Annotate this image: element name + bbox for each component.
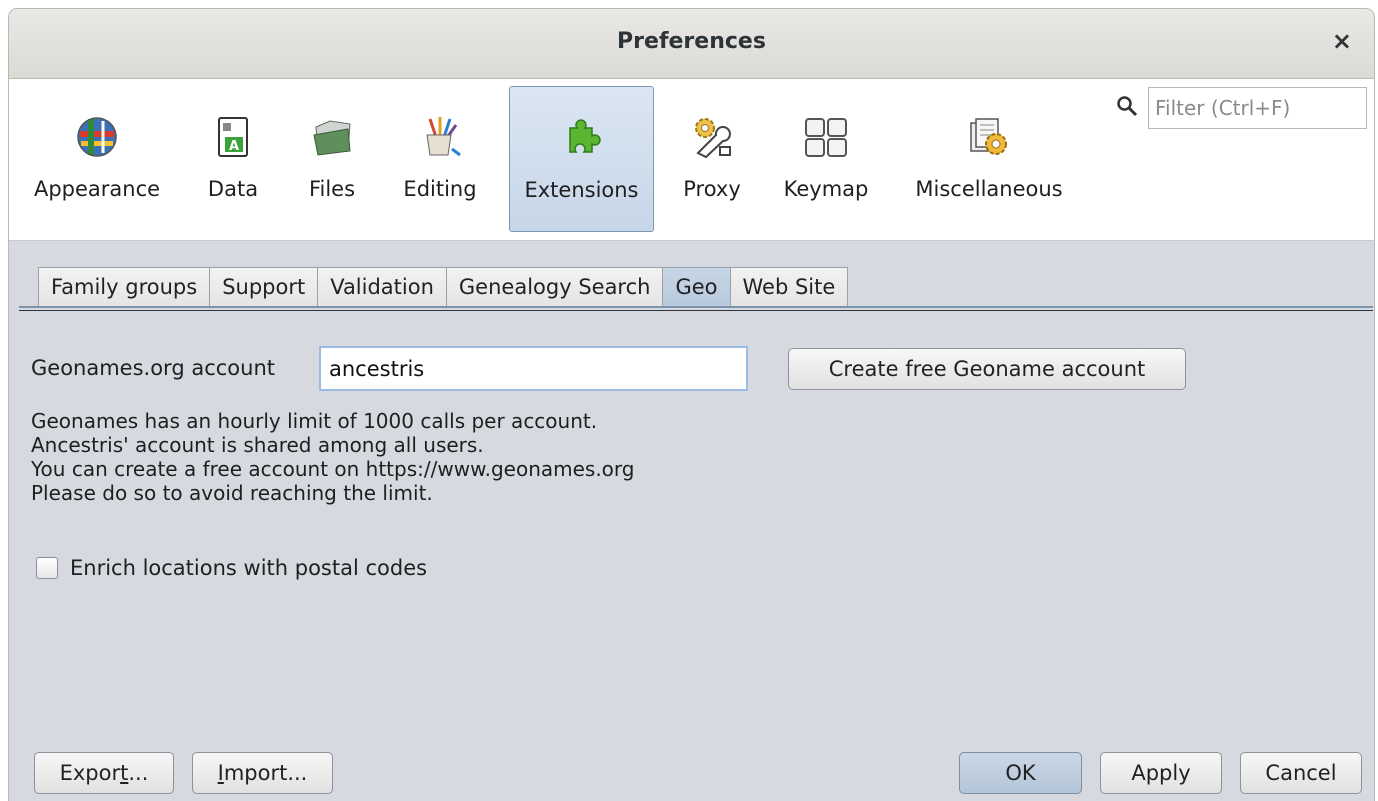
category-appearance[interactable]: Appearance bbox=[23, 79, 171, 241]
category-miscellaneous[interactable]: Miscellaneous bbox=[904, 79, 1074, 241]
tab-geo[interactable]: Geo bbox=[662, 267, 731, 307]
postal-codes-option[interactable]: Enrich locations with postal codes bbox=[36, 556, 427, 580]
gear-wrench-icon bbox=[695, 118, 731, 159]
category-label: Extensions bbox=[524, 178, 639, 202]
category-files[interactable]: Files bbox=[297, 79, 367, 241]
filter-input[interactable] bbox=[1148, 87, 1367, 129]
info-line: You can create a free account on https:/… bbox=[31, 457, 635, 481]
info-line: Geonames has an hourly limit of 1000 cal… bbox=[31, 409, 598, 433]
geonames-info-text: Geonames has an hourly limit of 1000 cal… bbox=[31, 409, 635, 505]
import-button[interactable]: Import... bbox=[192, 752, 333, 794]
geonames-account-label: Geonames.org account bbox=[31, 356, 275, 380]
category-toolbar: Appearance A Data Files Editing Extensio… bbox=[9, 79, 1374, 241]
tab-family-groups[interactable]: Family groups bbox=[38, 267, 211, 307]
tab-support[interactable]: Support bbox=[209, 267, 319, 307]
postal-codes-label: Enrich locations with postal codes bbox=[70, 556, 428, 580]
window-title: Preferences bbox=[617, 29, 766, 54]
close-icon[interactable]: × bbox=[1332, 27, 1352, 55]
title-bar: Preferences × bbox=[9, 9, 1374, 79]
keyboard-keys-icon bbox=[805, 118, 847, 157]
svg-text:A: A bbox=[229, 139, 239, 154]
search-icon bbox=[1117, 96, 1138, 117]
info-line: Ancestris' account is shared among all u… bbox=[31, 433, 484, 457]
tab-genealogy-search[interactable]: Genealogy Search bbox=[445, 267, 664, 307]
tab-validation[interactable]: Validation bbox=[317, 267, 447, 307]
category-data[interactable]: A Data bbox=[199, 79, 267, 241]
category-proxy[interactable]: Proxy bbox=[677, 79, 747, 241]
category-label: Files bbox=[308, 177, 356, 201]
puzzle-piece-icon bbox=[568, 119, 601, 153]
create-geoname-account-button[interactable]: Create free Geoname account bbox=[788, 348, 1186, 390]
import-label-end: mport... bbox=[223, 761, 308, 785]
cancel-button[interactable]: Cancel bbox=[1240, 752, 1362, 794]
tab-divider-shadow bbox=[19, 310, 1373, 311]
documents-gear-icon bbox=[970, 118, 1007, 155]
globe-flags-icon bbox=[77, 117, 117, 157]
folder-icon bbox=[313, 120, 351, 156]
category-extensions[interactable]: Extensions bbox=[509, 86, 654, 232]
export-label-end: ... bbox=[128, 761, 149, 785]
category-keymap[interactable]: Keymap bbox=[777, 79, 875, 241]
tab-strip: Family groups Support Validation Genealo… bbox=[38, 267, 849, 307]
category-label: Editing bbox=[403, 177, 477, 201]
category-label: Proxy bbox=[683, 177, 741, 201]
ok-button[interactable]: OK bbox=[959, 752, 1082, 794]
tab-web-site[interactable]: Web Site bbox=[729, 267, 849, 307]
export-button[interactable]: Export... bbox=[34, 752, 174, 794]
apply-button[interactable]: Apply bbox=[1100, 752, 1222, 794]
category-label: Appearance bbox=[33, 177, 161, 201]
brushes-cup-icon bbox=[426, 117, 461, 157]
category-label: Miscellaneous bbox=[915, 177, 1063, 201]
data-document-icon: A bbox=[218, 117, 248, 157]
postal-codes-checkbox[interactable] bbox=[36, 557, 58, 579]
category-editing[interactable]: Editing bbox=[392, 79, 488, 241]
category-label: Data bbox=[207, 177, 259, 201]
tab-divider bbox=[19, 306, 1373, 308]
export-label-start: Expor bbox=[59, 761, 121, 785]
geonames-account-input[interactable] bbox=[319, 346, 748, 391]
preferences-window: Preferences × Appearance A Data Files Ed… bbox=[8, 8, 1375, 801]
category-label: Keymap bbox=[783, 177, 869, 201]
info-line: Please do so to avoid reaching the limit… bbox=[31, 481, 433, 505]
